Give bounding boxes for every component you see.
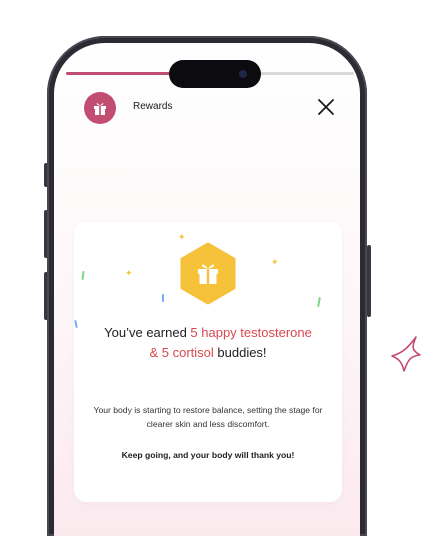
earned-prefix: You’ve earned — [104, 325, 191, 340]
sparkle-outline-icon — [391, 336, 421, 372]
phone-frame: Rewards ✦ ✦ ✦ You’ve earned 5 happy test… — [47, 36, 367, 536]
page-title: Rewards — [133, 101, 173, 112]
dynamic-island — [169, 60, 261, 88]
earned-message: You’ve earned 5 happy testosterone & 5 c… — [74, 323, 342, 363]
close-icon[interactable] — [316, 97, 336, 117]
phone-power-button — [367, 245, 371, 317]
gift-icon — [94, 103, 106, 115]
camera-icon — [239, 70, 247, 78]
cortisol-buddies-count: 5 cortisol — [161, 345, 214, 360]
sparkle-icon: ✦ — [125, 268, 133, 278]
earned-connector: & — [149, 345, 162, 360]
earned-suffix: buddies! — [213, 345, 267, 360]
testosterone-buddies-count: 5 happy testosterone — [190, 325, 312, 340]
reward-description: Your body is starting to restore balance… — [93, 405, 323, 429]
sparkle-icon: ✦ — [178, 232, 186, 242]
confetti-piece — [162, 294, 164, 302]
rewards-avatar — [84, 92, 116, 124]
reward-card: ✦ ✦ ✦ You’ve earned 5 happy testosterone… — [74, 222, 342, 502]
phone-screen: Rewards ✦ ✦ ✦ You’ve earned 5 happy test… — [54, 43, 360, 536]
reward-badge — [180, 242, 236, 305]
sparkle-icon: ✦ — [271, 257, 279, 267]
confetti-piece — [81, 270, 85, 281]
encouragement-text: Keep going, and your body will thank you… — [121, 450, 295, 460]
confetti-piece — [317, 296, 321, 308]
